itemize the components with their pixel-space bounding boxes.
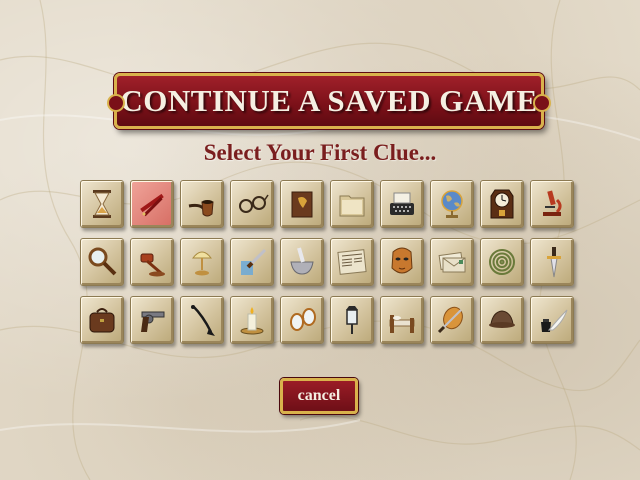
- clue-tile-loaf-and-knife[interactable]: [430, 296, 474, 344]
- letters-icon: [435, 244, 469, 280]
- newspaper-icon: [335, 244, 369, 280]
- file-folder-icon: [335, 186, 369, 222]
- wall-clock-icon: [485, 186, 519, 222]
- clue-tile-lantern[interactable]: [330, 296, 374, 344]
- riding-crop-icon: [185, 302, 219, 338]
- title-banner: Continue a Saved Game: [107, 73, 551, 129]
- clue-tile-revolver[interactable]: [130, 296, 174, 344]
- spectacles-icon: [235, 186, 269, 222]
- egyptian-mask-icon: [385, 244, 419, 280]
- clue-tile-table-lamp[interactable]: [180, 238, 224, 286]
- ink-and-quill-icon: [535, 302, 569, 338]
- doctor-bag-icon: [85, 302, 119, 338]
- candle-icon: [235, 302, 269, 338]
- clue-tile-newspaper[interactable]: [330, 238, 374, 286]
- clue-tile-notebook[interactable]: [280, 180, 324, 228]
- magnifying-glass-icon: [85, 244, 119, 280]
- clue-tile-ink-and-quill[interactable]: [530, 296, 574, 344]
- clue-tile-spectacles[interactable]: [230, 180, 274, 228]
- microscope-icon: [535, 186, 569, 222]
- pince-nez-icon: [285, 302, 319, 338]
- bed-icon: [385, 302, 419, 338]
- rope-coil-icon: [485, 244, 519, 280]
- table-lamp-icon: [185, 244, 219, 280]
- clue-tile-file-folder[interactable]: [330, 180, 374, 228]
- clue-tile-riding-crop[interactable]: [180, 296, 224, 344]
- gavel-icon: [135, 244, 169, 280]
- clue-tile-dagger[interactable]: [530, 238, 574, 286]
- dagger-icon: [535, 244, 569, 280]
- pen-and-pencil-icon: [135, 186, 169, 222]
- clue-tile-rope-coil[interactable]: [480, 238, 524, 286]
- knife-and-glass-icon: [235, 244, 269, 280]
- clue-tile-mortar-and-pestle[interactable]: [280, 238, 324, 286]
- deerstalker-hat-icon: [485, 302, 519, 338]
- loaf-and-knife-icon: [435, 302, 469, 338]
- clue-tile-knife-and-glass[interactable]: [230, 238, 274, 286]
- clue-tile-wall-clock[interactable]: [480, 180, 524, 228]
- clue-tile-candle[interactable]: [230, 296, 274, 344]
- cancel-button[interactable]: cancel: [280, 378, 358, 414]
- pipe-icon: [185, 186, 219, 222]
- subtitle: Select Your First Clue...: [203, 140, 437, 165]
- typewriter-icon: [385, 186, 419, 222]
- clue-tile-magnifying-glass[interactable]: [80, 238, 124, 286]
- clue-tile-letters[interactable]: [430, 238, 474, 286]
- clue-tile-pince-nez[interactable]: [280, 296, 324, 344]
- hourglass-icon: [85, 186, 119, 222]
- notebook-icon: [285, 186, 319, 222]
- clue-tile-bed[interactable]: [380, 296, 424, 344]
- clue-tile-doctor-bag[interactable]: [80, 296, 124, 344]
- clue-tile-pipe[interactable]: [180, 180, 224, 228]
- clue-tile-globe[interactable]: [430, 180, 474, 228]
- clue-tile-typewriter[interactable]: [380, 180, 424, 228]
- revolver-icon: [135, 302, 169, 338]
- mortar-and-pestle-icon: [285, 244, 319, 280]
- clue-tile-egyptian-mask[interactable]: [380, 238, 424, 286]
- clue-tile-gavel[interactable]: [130, 238, 174, 286]
- clue-tile-pen-and-pencil[interactable]: [130, 180, 174, 228]
- globe-icon: [435, 186, 469, 222]
- clue-tile-hourglass[interactable]: [80, 180, 124, 228]
- lantern-icon: [335, 302, 369, 338]
- clue-tile-microscope[interactable]: [530, 180, 574, 228]
- page-title: Continue a Saved Game: [120, 83, 538, 118]
- clue-tile-deerstalker-hat[interactable]: [480, 296, 524, 344]
